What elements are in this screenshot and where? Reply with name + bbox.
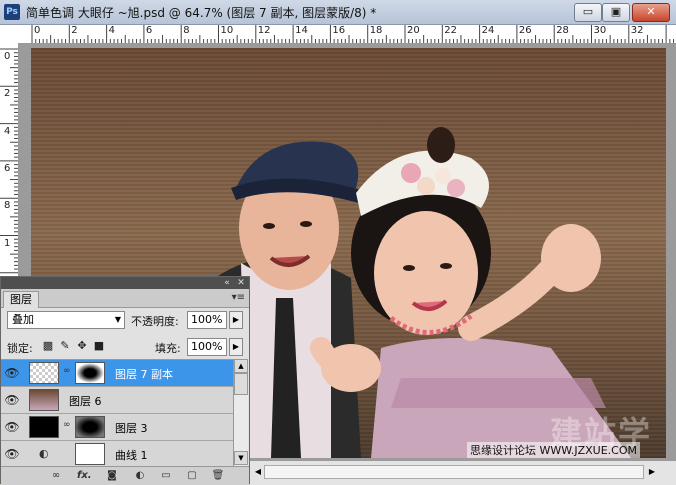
ruler-top-label: 24 [481, 25, 495, 36]
mask-thumbnail[interactable] [75, 443, 105, 465]
close-button[interactable]: ✕ [632, 3, 670, 22]
layer-thumbnail [29, 362, 59, 384]
ruler-top-label: 28 [556, 25, 569, 36]
ruler-top-label: 12 [257, 25, 271, 36]
mask-icon[interactable]: ◙ [105, 470, 119, 482]
lock-label: 锁定: [7, 342, 33, 355]
layer-thumbnail [29, 389, 59, 411]
ruler-corner[interactable] [0, 25, 19, 44]
horizontal-scrollbar[interactable] [264, 465, 644, 479]
layers-list: 👁 ∞ 图层 7 副本 👁 图层 6 👁 ∞ 图层 3 👁 ◐ 曲线 1 [1, 359, 233, 467]
lock-brush-icon[interactable]: ✎ [59, 340, 71, 352]
lock-transparent-icon[interactable]: ▩ [42, 340, 54, 352]
eye-icon[interactable]: 👁 [3, 445, 21, 463]
ruler-top-label: 2 [71, 25, 78, 36]
ruler-top-label: 32 [630, 25, 644, 36]
ruler-top-label: 10 [220, 25, 234, 36]
eye-icon[interactable]: 👁 [3, 364, 21, 382]
ruler-left-label: 4 [4, 125, 11, 137]
tab-layers[interactable]: 图层 [3, 291, 39, 308]
layer-row-3[interactable]: 👁 ∞ 图层 3 [1, 414, 233, 441]
layers-scrollbar[interactable]: ▲ ▼ [233, 359, 248, 466]
lock-move-icon[interactable]: ✥ [76, 340, 88, 352]
new-layer-icon[interactable]: ▢ [185, 470, 199, 482]
lock-all-icon[interactable]: ■ [93, 340, 105, 352]
trash-icon[interactable]: 🗑 [211, 470, 225, 482]
ruler-left-label: 2 [4, 88, 11, 100]
panel-tab-row: 图层 ▾≡ [1, 289, 249, 308]
scroll-thumb[interactable] [234, 373, 248, 395]
ruler-left-label: 6 [4, 162, 11, 174]
ruler-top-label: 4 [108, 25, 115, 36]
mask-thumbnail[interactable] [75, 416, 105, 438]
eye-icon[interactable]: 👁 [3, 418, 21, 436]
ruler-top-label: 0 [34, 25, 41, 36]
adjustment-layer-icon: ◐ [39, 447, 49, 460]
ruler-top-label: 22 [444, 25, 458, 36]
ruler-top-label: 30 [593, 25, 607, 36]
opacity-label: 不透明度: [131, 315, 179, 328]
opacity-arrow-icon[interactable]: ▶ [229, 311, 243, 329]
layer-row-1[interactable]: 👁 ∞ 图层 7 副本 [1, 360, 233, 387]
ruler-top-ticks [31, 25, 675, 43]
ruler-left-label: 8 [4, 200, 11, 212]
blend-mode-value: 叠加 [12, 313, 34, 326]
scroll-down-icon[interactable]: ▼ [234, 451, 248, 465]
title-bar: Ps 简单色调 大眼仔 ~旭.psd @ 64.7% (图层 7 副本, 图层蒙… [0, 0, 676, 25]
layer-row-2[interactable]: 👁 图层 6 [1, 387, 233, 414]
panel-header: « ✕ [1, 277, 249, 289]
collapse-icon[interactable]: « [221, 277, 233, 289]
document-status-bar: ◀ ▶ [250, 460, 676, 485]
fill-arrow-icon[interactable]: ▶ [229, 338, 243, 356]
layer-row-4[interactable]: 👁 ◐ 曲线 1 [1, 441, 233, 467]
ruler-top-label: 26 [518, 25, 532, 36]
group-icon[interactable]: ▭ [159, 470, 173, 482]
ruler-top-label: 8 [183, 25, 190, 36]
layers-footer: ∞ fx. ◙ ◐ ▭ ▢ 🗑 [1, 466, 249, 485]
layer-name[interactable]: 曲线 1 [115, 447, 148, 463]
ruler-top-label: 18 [369, 25, 383, 36]
layer-thumbnail [29, 416, 59, 438]
photoshop-icon: Ps [4, 4, 20, 20]
ruler-top[interactable]: 0 2 4 6 8 10 12 14 16 18 20 22 24 26 28 30 32 [18, 25, 676, 44]
mask-thumbnail[interactable] [75, 362, 105, 384]
layer-name[interactable]: 图层 6 [69, 393, 102, 409]
layer-name[interactable]: 图层 3 [115, 420, 148, 436]
minimize-button[interactable]: ▭ [574, 3, 602, 22]
fill-label: 填充: [155, 342, 181, 355]
panel-menu-icon[interactable]: ▾≡ [232, 292, 245, 303]
ruler-top-label: 14 [295, 25, 308, 36]
adjustment-icon[interactable]: ◐ [133, 470, 147, 482]
fx-icon[interactable]: fx. [77, 470, 92, 482]
layer-name[interactable]: 图层 7 副本 [115, 366, 173, 382]
maximize-button[interactable]: ▣ [602, 3, 630, 22]
chain-icon[interactable]: ∞ [63, 366, 71, 376]
chevron-down-icon: ▼ [114, 315, 121, 324]
scroll-right-icon[interactable]: ▶ [646, 465, 658, 479]
watermark-caption: 思缘设计论坛 WWW.JZXUE.COM [466, 442, 640, 458]
ruler-top-label: 16 [332, 25, 346, 36]
fill-field[interactable]: 100% [187, 338, 227, 356]
chain-icon[interactable]: ∞ [63, 420, 71, 430]
scroll-left-icon[interactable]: ◀ [252, 465, 264, 479]
link-icon[interactable]: ∞ [49, 470, 63, 482]
eye-icon[interactable]: 👁 [3, 391, 21, 409]
ruler-left-label: 1 [4, 237, 11, 249]
panel-close-icon[interactable]: ✕ [235, 277, 247, 289]
layers-panel: « ✕ 图层 ▾≡ 叠加 ▼ 不透明度: 100% ▶ 锁定: ▩ ✎ ✥ ■ … [0, 276, 250, 485]
ruler-top-label: 20 [407, 25, 420, 36]
blend-mode-select[interactable]: 叠加 ▼ [7, 311, 125, 329]
window-title: 简单色调 大眼仔 ~旭.psd @ 64.7% (图层 7 副本, 图层蒙版/8… [26, 6, 377, 20]
opacity-field[interactable]: 100% [187, 311, 227, 329]
ruler-top-label: 6 [145, 25, 153, 36]
ruler-left-label: 0 [4, 51, 11, 62]
scroll-up-icon[interactable]: ▲ [234, 359, 248, 373]
